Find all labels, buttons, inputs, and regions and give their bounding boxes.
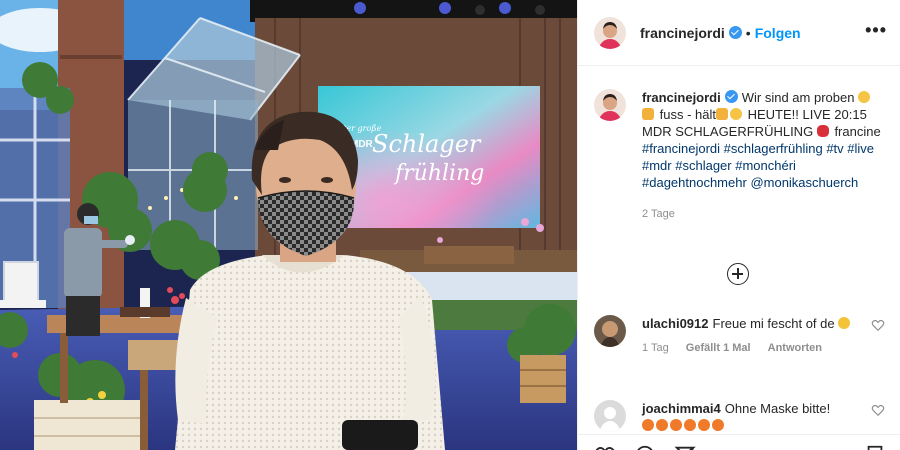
comment-icon[interactable]: [634, 444, 656, 450]
lips-emoji-icon: [816, 125, 829, 137]
angry-face-emoji-icon: [670, 419, 682, 431]
post-actions-bar: [578, 434, 900, 450]
heart-icon[interactable]: [871, 318, 885, 332]
comment-text-block: ulachi0912 Freue mi fescht of de: [642, 315, 885, 332]
foot-emoji-icon: [642, 108, 654, 120]
comments-section: francinejordi Wir sind am proben fuss - h…: [578, 67, 900, 435]
plus-circle-icon[interactable]: [727, 263, 749, 285]
comment-meta: 1 Tag Gefällt 1 Mal Antworten: [642, 342, 885, 354]
caption-part-4: francine: [834, 124, 881, 139]
heart-icon[interactable]: [594, 444, 616, 450]
hashtag-link[interactable]: #tv: [826, 141, 843, 156]
caption-username[interactable]: francinejordi: [642, 90, 721, 105]
post-caption: francinejordi Wir sind am proben fuss - h…: [594, 89, 885, 229]
smiling-face-emoji-icon-2: [729, 108, 742, 120]
verified-badge-icon: [728, 26, 742, 39]
comment-username[interactable]: ulachi0912: [642, 316, 709, 331]
tv-studio-scene: Der große MDR Schlager frühling: [0, 0, 577, 450]
angry-face-emoji-icon: [684, 419, 696, 431]
caption-part-2: fuss - hält: [659, 107, 716, 122]
post-photo[interactable]: Der große MDR Schlager frühling: [0, 0, 577, 450]
comment-likes[interactable]: Gefällt 1 Mal: [686, 342, 751, 354]
post-header: francinejordi • Folgen •••: [578, 0, 900, 66]
heart-icon[interactable]: [871, 403, 885, 417]
smiling-face-emoji-icon: [858, 91, 871, 103]
screen-text-fruehling: frühling: [393, 161, 484, 186]
angry-face-emoji-icon: [642, 419, 654, 431]
author-username[interactable]: francinejordi: [640, 25, 725, 41]
hashtag-link[interactable]: #mdr: [642, 158, 672, 173]
angry-face-emoji-icon: [656, 419, 668, 431]
hashtag-link[interactable]: #monchéri: [735, 158, 796, 173]
comment-time[interactable]: 1 Tag: [642, 342, 669, 354]
follow-button[interactable]: Folgen: [755, 25, 801, 41]
share-icon[interactable]: [674, 444, 696, 450]
more-options-icon[interactable]: •••: [865, 21, 887, 39]
sun-emoji-icon: [838, 317, 851, 329]
comment-text: Freue mi fescht of de: [712, 316, 835, 331]
header-separator: •: [745, 24, 751, 41]
hashtag-link[interactable]: #dagehtnochmehr: [642, 175, 747, 190]
reply-button[interactable]: Antworten: [768, 342, 822, 354]
hashtag-link[interactable]: #francinejordi: [642, 141, 720, 156]
comment-text-block: joachimmai4 Ohne Maske bitte!: [642, 400, 885, 434]
author-avatar[interactable]: [594, 16, 626, 49]
comment-username[interactable]: joachimmai4: [642, 401, 721, 416]
comment-text: Ohne Maske bitte!: [724, 401, 831, 416]
caption-text: francinejordi Wir sind am proben fuss - h…: [642, 89, 885, 191]
hashtag-link[interactable]: #schlagerfrühling: [724, 141, 823, 156]
screen-text-schlager: Schlager: [372, 130, 482, 158]
hashtag-link[interactable]: #schlager: [675, 158, 731, 173]
hashtag-link[interactable]: #live: [847, 141, 874, 156]
caption-verified-badge-icon: [724, 90, 738, 103]
post-side-panel: francinejordi • Folgen ••• francinejordi…: [577, 0, 900, 450]
fist-emoji-icon: [715, 108, 728, 120]
commenter-avatar[interactable]: [594, 400, 626, 432]
bookmark-icon[interactable]: [864, 444, 886, 450]
comment-item: joachimmai4 Ohne Maske bitte!: [594, 400, 885, 434]
comment-item: ulachi0912 Freue mi fescht of de 1 Tag Ge…: [594, 315, 885, 354]
instagram-post: Der große MDR Schlager frühling francine…: [0, 0, 900, 450]
caption-part-1: Wir sind am proben: [741, 90, 855, 105]
mention-link[interactable]: @monikaschuerch: [750, 175, 858, 190]
commenter-avatar[interactable]: [594, 315, 626, 347]
caption-avatar[interactable]: [594, 89, 626, 121]
caption-age[interactable]: 2 Tage: [642, 208, 885, 220]
angry-face-emoji-icon: [712, 419, 724, 431]
angry-face-emoji-icon: [698, 419, 710, 431]
